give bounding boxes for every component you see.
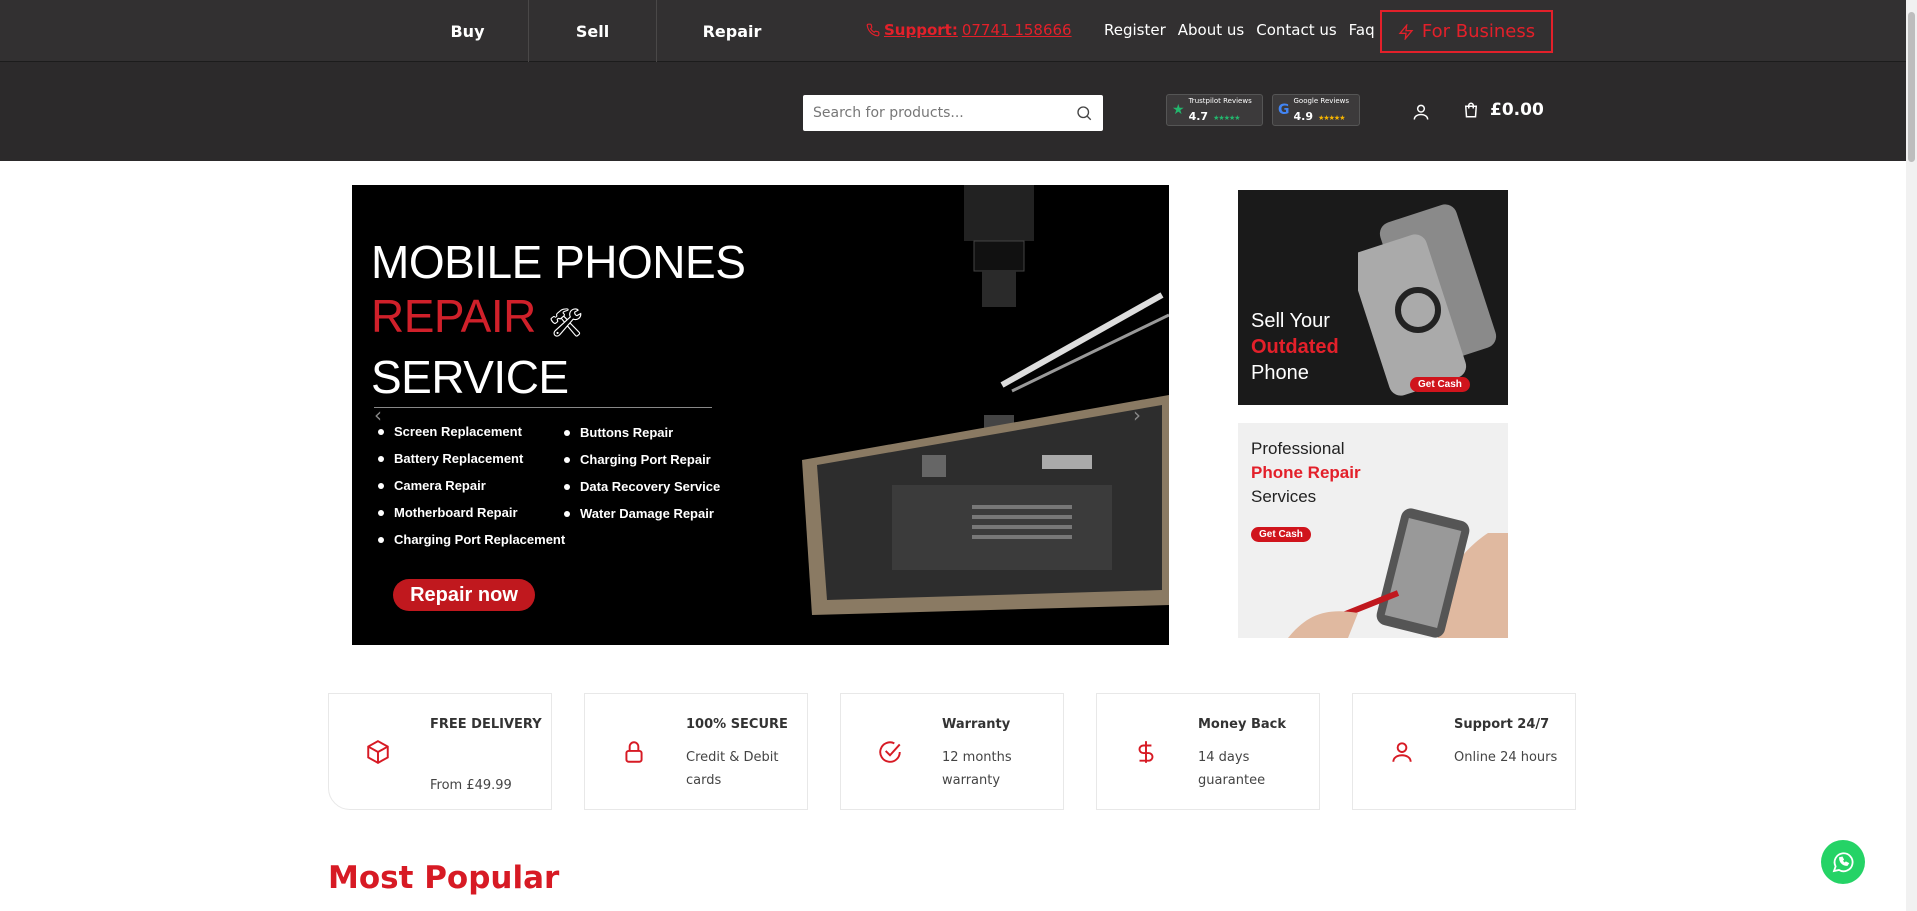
search-bar [803,95,1103,131]
trustpilot-stars: ★★★★★ [1213,113,1240,122]
promo1-line1: Sell Your [1251,310,1330,332]
service-item: Charging Port Replacement [378,526,565,553]
for-business-label: For Business [1421,21,1536,42]
section-title-most-popular: Most Popular [328,860,560,896]
check-circle-icon [879,741,901,763]
link-contact-us[interactable]: Contact us [1256,21,1336,39]
account-icon[interactable] [1411,102,1431,122]
search-icon[interactable] [1075,104,1093,122]
promo2-line3: Services [1251,487,1317,506]
promo2-get-cash-button[interactable]: Get Cash [1251,527,1311,542]
service-item: Data Recovery Service [564,473,720,500]
feature-sub: From £49.99 [430,778,512,793]
main-nav: Buy Sell Repair [407,0,807,62]
phone-icon [866,23,880,37]
cart-button[interactable]: £0.00 [1462,100,1544,120]
feature-title: Support 24/7 [1454,717,1550,732]
hero-line1: MOBILE PHONES [371,236,746,288]
trustpilot-star-icon: ★ [1172,102,1185,118]
support-phone[interactable]: Support: 07741 158666 [866,21,1072,39]
feature-strip: FREE DELIVERY From £49.99 100% SECURE Cr… [328,693,1576,810]
hero-tool-icon: 🛠 [548,307,584,338]
google-score: 4.9 [1293,109,1314,123]
service-item: Battery Replacement [378,445,565,472]
feature-secure: 100% SECURE Credit & Debit cards [584,693,808,810]
feature-title: Warranty [942,717,1011,732]
feature-title: Money Back [1198,717,1286,732]
hero-line2: REPAIR [371,290,536,342]
hero-heading: MOBILE PHONES REPAIR 🛠 SERVICE [371,235,746,404]
feature-sub: 14 days guarantee [1198,750,1266,788]
top-nav-bar: Buy Sell Repair Support: 07741 158666 Reg… [0,0,1906,62]
top-links: Register About us Contact us Faq [1104,21,1375,39]
google-g-icon: G [1278,102,1290,118]
promo1-get-cash-button[interactable]: Get Cash [1410,377,1470,392]
link-about-us[interactable]: About us [1178,21,1244,39]
user-icon [1392,742,1412,762]
promo1-line3: Phone [1251,362,1309,384]
nav-repair[interactable]: Repair [657,0,807,62]
promo1-line2: Outdated [1251,336,1339,358]
link-register[interactable]: Register [1104,21,1166,39]
lock-icon [625,741,643,763]
feature-money-back: Money Back 14 days guarantee [1096,693,1320,810]
whatsapp-chat-button[interactable] [1821,840,1865,884]
link-faq[interactable]: Faq [1349,21,1375,39]
box-icon [367,740,389,764]
trustpilot-score: 4.7 [1188,109,1209,123]
google-stars: ★★★★★ [1318,113,1345,122]
promo-sell-phone[interactable]: Sell Your Outdated Phone Get Cash [1238,190,1508,405]
feature-title: 100% SECURE [686,717,788,732]
hero-line3: SERVICE [371,351,569,403]
shopping-bag-icon [1464,102,1478,118]
service-item: Camera Repair [378,472,565,499]
repair-now-button[interactable]: Repair now [393,579,535,611]
service-item: Water Damage Repair [564,500,720,527]
google-label: Google Reviews [1293,96,1350,105]
promo2-line1: Professional [1251,439,1345,458]
trustpilot-label: Trustpilot Reviews [1188,96,1252,105]
scrollbar-thumb[interactable] [1908,12,1915,162]
nav-buy[interactable]: Buy [407,0,529,62]
hero-divider [374,407,712,408]
feature-free-delivery: FREE DELIVERY From £49.99 [328,693,552,810]
search-input[interactable] [813,105,1075,121]
support-label: Support: [884,21,958,39]
phone-repair-image [802,185,1169,615]
feature-sub: 12 months warranty [942,750,1012,788]
hero-service-list-1: Screen Replacement Battery Replacement C… [378,418,565,553]
whatsapp-icon [1832,852,1854,873]
service-item: Motherboard Repair [378,499,565,526]
hero-banner[interactable]: MOBILE PHONES REPAIR 🛠 SERVICE Screen Re… [352,185,1169,645]
phones-image [1358,204,1497,396]
carousel-next-icon[interactable]: › [1133,403,1141,427]
nav-sell[interactable]: Sell [529,0,657,62]
service-item: Screen Replacement [378,418,565,445]
carousel-prev-icon[interactable]: ‹ [374,403,382,427]
page-scrollbar[interactable] [1906,0,1917,911]
feature-support: Support 24/7 Online 24 hours [1352,693,1576,810]
service-item: Charging Port Repair [564,446,720,473]
promo2-line2: Phone Repair [1251,463,1361,482]
repair-hand-image [1288,508,1508,638]
service-item: Buttons Repair [564,419,720,446]
trustpilot-badge[interactable]: ★ Trustpilot Reviews 4.7 ★★★★★ [1166,94,1263,126]
promo-phone-repair[interactable]: Professional Phone Repair Services Get C… [1238,423,1508,638]
for-business-button[interactable]: For Business [1380,10,1553,53]
support-number[interactable]: 07741 158666 [962,21,1072,39]
dollar-icon [1138,741,1154,763]
lightning-icon [1398,23,1414,40]
feature-sub: Credit & Debit cards [686,750,779,788]
feature-sub: Online 24 hours [1454,750,1558,765]
feature-warranty: Warranty 12 months warranty [840,693,1064,810]
google-badge[interactable]: G Google Reviews 4.9 ★★★★★ [1272,94,1360,126]
feature-title: FREE DELIVERY [430,717,542,732]
cart-total: £0.00 [1490,100,1544,120]
hero-service-list-2: Buttons Repair Charging Port Repair Data… [564,419,720,527]
